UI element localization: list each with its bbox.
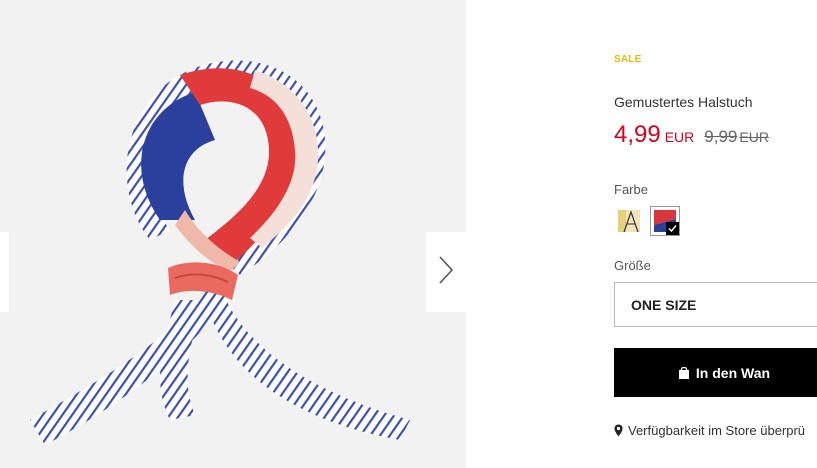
store-availability-link[interactable]: Verfügbarkeit im Store überprü xyxy=(614,423,805,438)
size-label: Größe xyxy=(614,258,651,273)
old-price: 9,99 xyxy=(704,127,738,146)
product-info-panel: SALE Gemustertes Halstuch 4,99 EUR 9,99 EUR… xyxy=(614,0,817,468)
checkmark-icon xyxy=(666,222,679,235)
product-title: Gemustertes Halstuch xyxy=(614,94,753,110)
size-selected-value: ONE SIZE xyxy=(631,296,697,313)
current-currency: EUR xyxy=(664,129,695,145)
current-price: 4,99 xyxy=(614,121,661,148)
color-swatch-beige[interactable] xyxy=(614,206,644,236)
chevron-right-icon xyxy=(438,255,454,290)
price-row: 4,99 EUR 9,99 EUR xyxy=(614,121,769,149)
product-image xyxy=(30,60,410,445)
store-availability-label: Verfügbarkeit im Store überprü xyxy=(628,423,806,438)
color-label: Farbe xyxy=(614,182,648,197)
old-currency: EUR xyxy=(739,129,769,145)
size-select[interactable]: ONE SIZE xyxy=(614,282,817,327)
product-image-gallery xyxy=(0,0,466,468)
sale-badge: SALE xyxy=(614,54,642,65)
map-pin-icon xyxy=(614,424,623,437)
add-to-cart-button[interactable]: In den Wan xyxy=(614,348,817,397)
beige-pattern-swatch-icon xyxy=(618,210,640,233)
previous-image-button[interactable] xyxy=(0,232,9,312)
add-to-cart-label: In den Wan xyxy=(695,364,771,381)
shopping-bag-icon xyxy=(678,366,690,379)
next-image-button[interactable] xyxy=(426,232,466,312)
color-swatches xyxy=(614,206,680,236)
color-swatch-blue-red[interactable] xyxy=(650,206,680,236)
